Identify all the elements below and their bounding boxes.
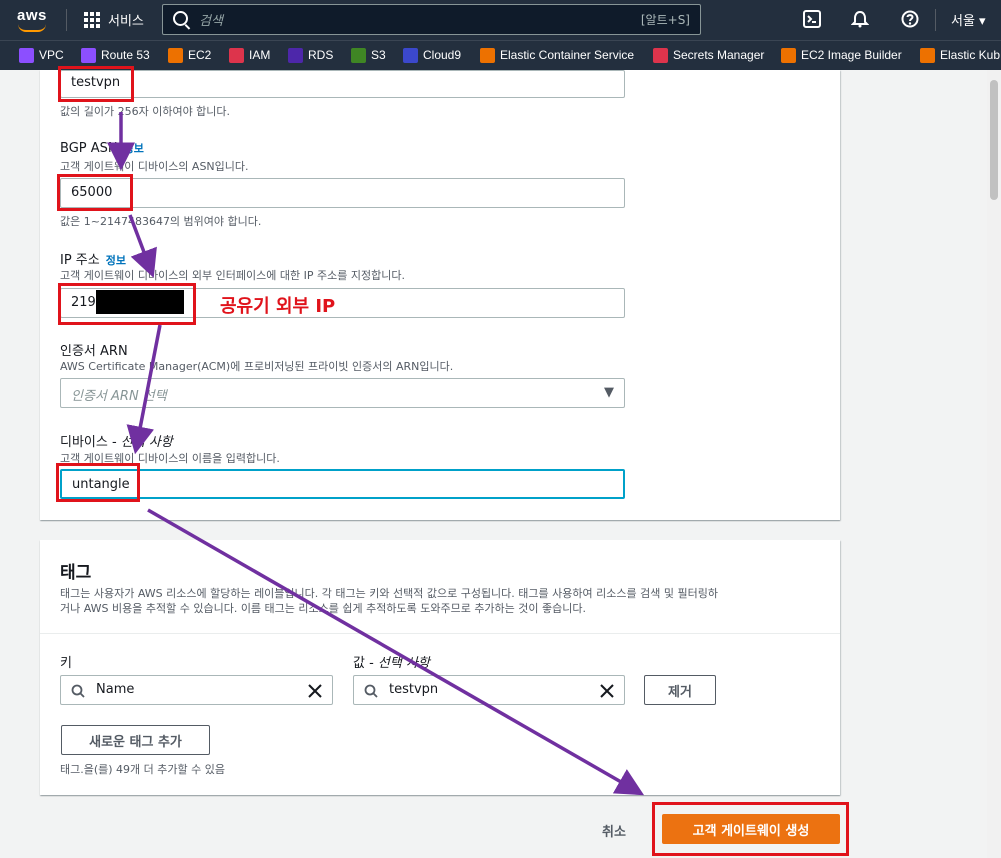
annotation-arrows: [107, 112, 645, 796]
arrow-device-to-create: [147, 508, 645, 796]
arrow-ip-to-device: [126, 324, 162, 455]
arrow-bgp-to-ip: [128, 214, 157, 278]
